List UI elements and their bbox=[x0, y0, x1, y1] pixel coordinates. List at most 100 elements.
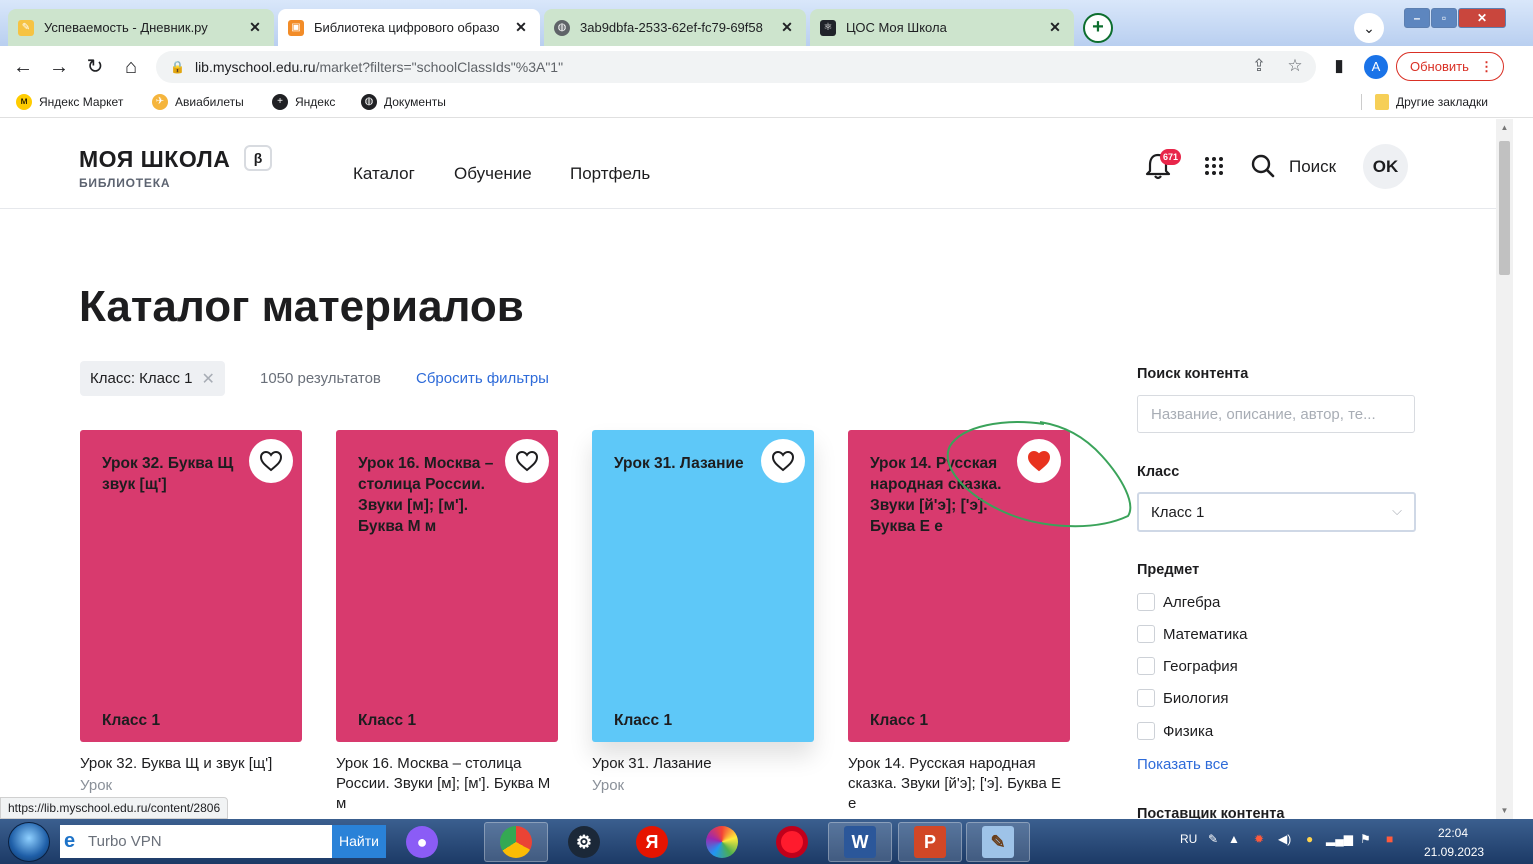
taskbar-search-input[interactable]: e Turbo VPN bbox=[60, 825, 332, 858]
bookmark-star-icon[interactable]: ☆ bbox=[1283, 56, 1307, 76]
bookmark-aviatickets[interactable]: ✈ Авиабилеты bbox=[152, 94, 244, 110]
material-card[interactable]: Урок 31. Лазание Класс 1 bbox=[592, 430, 814, 742]
user-avatar[interactable]: OK bbox=[1363, 144, 1408, 189]
tab-title: Библиотека цифрового образо bbox=[314, 20, 500, 35]
favorite-button[interactable] bbox=[505, 439, 549, 483]
tab-cos-myschool[interactable]: ⚛ ЦОС Моя Школа ✕ bbox=[810, 9, 1074, 46]
close-window-button[interactable]: ✕ bbox=[1458, 8, 1506, 28]
chrome-icon[interactable] bbox=[484, 822, 548, 862]
search-label[interactable]: Поиск bbox=[1289, 157, 1336, 177]
heart-outline-icon bbox=[515, 450, 539, 472]
pen-icon[interactable]: ✎ bbox=[1208, 832, 1218, 846]
checkbox[interactable] bbox=[1137, 657, 1155, 675]
logo[interactable]: МОЯ ШКОЛА bbox=[79, 146, 230, 173]
subject-checkbox-algebra[interactable]: Алгебра bbox=[1137, 593, 1220, 611]
minimize-button[interactable]: – bbox=[1404, 8, 1430, 28]
subject-checkbox-geography[interactable]: География bbox=[1137, 657, 1238, 675]
tab-dnevnik[interactable]: ✎ Успеваемость - Дневник.ру ✕ bbox=[8, 9, 274, 46]
language-indicator[interactable]: RU bbox=[1180, 832, 1197, 846]
side-panel-icon[interactable]: ▮ bbox=[1327, 56, 1351, 76]
close-tab-icon[interactable]: ✕ bbox=[246, 19, 264, 36]
color-wheel-icon[interactable] bbox=[690, 822, 754, 862]
maximize-button[interactable]: ▫ bbox=[1431, 8, 1457, 28]
tab-title: Успеваемость - Дневник.ру bbox=[44, 20, 208, 35]
close-tab-icon[interactable]: ✕ bbox=[1046, 19, 1064, 36]
home-icon[interactable]: ⌂ bbox=[118, 54, 144, 80]
material-card[interactable]: Урок 14. Русская народная сказка. Звуки … bbox=[848, 430, 1070, 742]
card-caption[interactable]: Урок 32. Буква Щ и звук [щ'] bbox=[80, 754, 302, 774]
new-tab-button[interactable]: + bbox=[1083, 13, 1113, 43]
favorite-button[interactable] bbox=[761, 439, 805, 483]
bookmark-yandex[interactable]: + Яндекс bbox=[272, 94, 335, 110]
antivirus-icon[interactable]: ✹ bbox=[1254, 832, 1264, 846]
card-caption[interactable]: Урок 14. Русская народная сказка. Звуки … bbox=[848, 754, 1070, 814]
tab-search-button[interactable]: ⌄ bbox=[1354, 13, 1384, 43]
scrollbar[interactable]: ▲ ▼ bbox=[1496, 119, 1513, 819]
alice-icon[interactable]: ● bbox=[390, 822, 454, 862]
profile-avatar[interactable]: A bbox=[1364, 55, 1388, 79]
back-icon[interactable]: ← bbox=[10, 54, 36, 80]
search-icon[interactable] bbox=[1251, 154, 1275, 178]
shield-icon[interactable]: ■ bbox=[1386, 832, 1393, 846]
card-caption[interactable]: Урок 16. Москва – столица России. Звуки … bbox=[336, 754, 558, 814]
powerpoint-icon[interactable]: P bbox=[898, 822, 962, 862]
favorite-button[interactable] bbox=[249, 439, 293, 483]
yandex-browser-icon[interactable]: Я bbox=[620, 822, 684, 862]
apps-grid-icon[interactable] bbox=[1204, 156, 1224, 176]
steam-icon[interactable]: ⚙ bbox=[552, 822, 616, 862]
word-icon[interactable]: W bbox=[828, 822, 892, 862]
signal-icon[interactable]: ▂▄▆ bbox=[1326, 832, 1353, 846]
notification-badge: 671 bbox=[1160, 149, 1181, 165]
reload-icon[interactable]: ↻ bbox=[82, 54, 108, 80]
nav-learning[interactable]: Обучение bbox=[454, 164, 532, 184]
bookmark-yandex-market[interactable]: м Яндекс Маркет bbox=[16, 94, 123, 110]
taskbar-find-button[interactable]: Найти bbox=[332, 825, 386, 858]
volume-icon[interactable]: ◀) bbox=[1278, 832, 1291, 846]
checkbox[interactable] bbox=[1137, 689, 1155, 707]
favorite-button[interactable] bbox=[1017, 439, 1061, 483]
filter-chip[interactable]: Класс: Класс 1 ✕ bbox=[80, 361, 225, 396]
scrollbar-thumb[interactable] bbox=[1499, 141, 1510, 275]
close-tab-icon[interactable]: ✕ bbox=[778, 19, 796, 36]
show-all-link[interactable]: Показать все bbox=[1137, 756, 1229, 773]
subject-checkbox-physics[interactable]: Физика bbox=[1137, 722, 1213, 740]
tab-library[interactable]: ▣ Библиотека цифрового образо ✕ bbox=[278, 9, 540, 46]
heart-outline-icon bbox=[771, 450, 795, 472]
start-button[interactable] bbox=[8, 822, 50, 862]
forward-icon[interactable]: → bbox=[46, 54, 72, 80]
checkbox[interactable] bbox=[1137, 625, 1155, 643]
material-card[interactable]: Урок 16. Москва – столица России. Звуки … bbox=[336, 430, 558, 742]
paint-icon[interactable]: ✎ bbox=[966, 822, 1030, 862]
clock-date[interactable]: 21.09.2023 bbox=[1424, 845, 1484, 859]
provider-heading: Поставщик контента bbox=[1137, 806, 1285, 819]
scroll-down-icon[interactable]: ▼ bbox=[1496, 806, 1513, 815]
show-hidden-icons[interactable]: ▲ bbox=[1228, 832, 1240, 846]
search-content-input[interactable] bbox=[1137, 395, 1415, 433]
scroll-up-icon[interactable]: ▲ bbox=[1496, 123, 1513, 132]
bookmark-documents[interactable]: ◍ Документы bbox=[361, 94, 446, 110]
subject-checkbox-biology[interactable]: Биология bbox=[1137, 689, 1228, 707]
update-button[interactable]: Обновить ⋮ bbox=[1396, 52, 1504, 81]
share-icon[interactable]: ⇪ bbox=[1247, 56, 1271, 76]
tab-uuid[interactable]: ◍ 3ab9dbfa-2533-62ef-fc79-69f58 ✕ bbox=[544, 9, 806, 46]
menu-dots-icon: ⋮ bbox=[1480, 58, 1493, 74]
checkbox[interactable] bbox=[1137, 722, 1155, 740]
nav-catalog[interactable]: Каталог bbox=[353, 164, 415, 184]
clock-time[interactable]: 22:04 bbox=[1438, 826, 1468, 840]
opera-icon[interactable] bbox=[760, 822, 824, 862]
card-caption[interactable]: Урок 31. Лазание bbox=[592, 754, 814, 774]
remove-filter-icon[interactable]: ✕ bbox=[202, 369, 215, 389]
flag-icon[interactable]: ⚑ bbox=[1360, 832, 1371, 846]
other-bookmarks[interactable]: Другие закладки bbox=[1361, 94, 1488, 110]
close-tab-icon[interactable]: ✕ bbox=[512, 19, 530, 36]
checkbox[interactable] bbox=[1137, 593, 1155, 611]
nav-portfolio[interactable]: Портфель bbox=[570, 164, 650, 184]
yandex-icon: + bbox=[272, 94, 288, 110]
address-bar[interactable]: 🔒 lib.myschool.edu.ru/market?filters="sc… bbox=[156, 51, 1316, 83]
network-app-icon[interactable]: ● bbox=[1306, 832, 1313, 846]
reset-filters-link[interactable]: Сбросить фильтры bbox=[416, 370, 549, 387]
class-select[interactable]: Класс 1 ⌵ bbox=[1137, 492, 1416, 532]
class-select-value: Класс 1 bbox=[1151, 503, 1205, 521]
subject-checkbox-math[interactable]: Математика bbox=[1137, 625, 1248, 643]
material-card[interactable]: Урок 32. Буква Щ звук [щ'] Класс 1 bbox=[80, 430, 302, 742]
